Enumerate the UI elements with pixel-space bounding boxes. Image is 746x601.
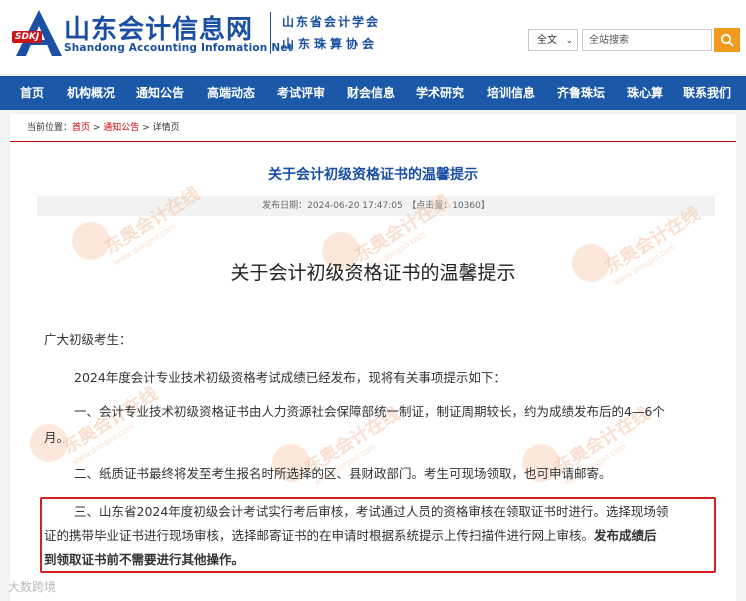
breadcrumb: 当前位置：首页 > 通知公告 > 详情页 [27,120,180,133]
nav-item-training[interactable]: 培训信息 [487,76,535,110]
watermark: 东奥会计在线 www.dongao.com [101,183,204,267]
document-title: 关于会计初级资格证书的温馨提示 [230,262,516,284]
site-subtitle: Shandong Accounting Infomation Net [64,42,293,54]
site-title[interactable]: 山东会计信息网 [64,9,253,46]
search-button[interactable] [714,28,740,52]
main-nav: 首页 机构概况 通知公告 高端动态 考试评审 财会信息 学术研究 培训信息 齐鲁… [0,76,746,110]
paragraph-intro: 2024年度会计专业技术初级资格考试成绩已经发布，现将有关事项提示如下： [74,370,506,385]
nav-item-research[interactable]: 学术研究 [416,76,464,110]
breadcrumb-current: 详情页 [152,123,180,133]
paragraph-1-line-2: 月。 [44,430,70,445]
nav-item-home[interactable]: 首页 [20,76,44,110]
search-scope-select[interactable]: 全文 ⌄ [528,29,578,51]
nav-item-about[interactable]: 机构概况 [67,76,115,110]
breadcrumb-prefix: 当前位置： [27,123,73,133]
nav-item-contact[interactable]: 联系我们 [683,76,731,110]
corner-watermark: 大数跨境 [8,580,57,594]
paragraph-3-bold: 到领取证书前不需要进行其他操作。 [44,552,245,567]
nav-item-notices[interactable]: 通知公告 [136,76,184,110]
search-input[interactable]: 全站搜索 [582,29,712,51]
nav-item-finance[interactable]: 财会信息 [347,76,395,110]
nav-item-exams[interactable]: 考试评审 [277,76,325,110]
breadcrumb-divider [10,141,736,142]
breadcrumb-sep: > [90,123,104,133]
breadcrumb-section[interactable]: 通知公告 [103,123,139,133]
nav-item-mental-abacus[interactable]: 珠心算 [627,76,663,110]
org-name-1: 山东省会计学会 [282,15,381,29]
article-title: 关于会计初级资格证书的温馨提示 [268,167,478,183]
search-icon [720,33,734,47]
nav-item-abacus-forum[interactable]: 齐鲁珠坛 [557,76,605,110]
site-header: SDKJ 山东会计信息网 Shandong Accounting Infomat… [0,0,746,74]
logo-badge: SDKJ [12,31,43,43]
breadcrumb-sep: > [139,123,153,133]
paragraph-3-line-3: 到领取证书前不需要进行其他操作。 [44,548,244,572]
article-card: 当前位置：首页 > 通知公告 > 详情页 关于会计初级资格证书的温馨提示 发布日… [10,114,736,601]
breadcrumb-home[interactable]: 首页 [72,123,90,133]
paragraph-1-line-1: 一、会计专业技术初级资格证书由人力资源社会保障部统一制证，制证周期较长，约为成绩… [74,404,665,419]
paragraph-3-line-1: 三、山东省2024年度初级会计考试实行考后审核，考试通过人员的资格审核在领取证书… [74,504,669,519]
greeting: 广大初级考生： [44,332,132,347]
paragraph-3-line-2: 证的携带毕业证书进行现场审核，选择邮寄证书的在申请时根据系统提示上传扫描件进行网… [44,528,657,543]
paragraph-3-bold: 发布成绩后 [594,528,657,543]
chevron-down-icon: ⌄ [565,36,573,46]
org-name-2: 山东珠算协会 [282,37,379,51]
nav-item-news[interactable]: 高端动态 [207,76,255,110]
paragraph-2: 二、纸质证书最终将发至考生报名时所选择的区、县财政部门。考生可现场领取，也可申请… [74,466,612,481]
header-divider [270,12,271,54]
search-scope-value: 全文 [537,35,557,46]
